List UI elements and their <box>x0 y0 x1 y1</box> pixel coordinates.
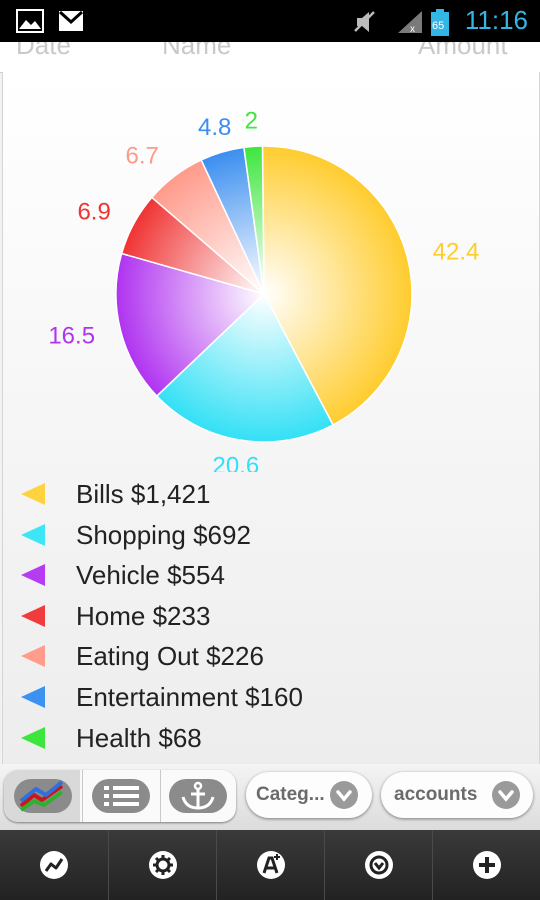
trend-button[interactable] <box>0 830 108 900</box>
legend-label: Entertainment $160 <box>76 681 303 712</box>
anchor-view-button[interactable] <box>160 770 236 822</box>
clock: 11:16 <box>464 5 528 35</box>
legend-item-eating-out[interactable]: Eating Out $226 <box>19 637 519 678</box>
pie-data-label: 6.9 <box>77 198 110 225</box>
filter-icon <box>365 851 393 879</box>
pie-data-label: 20.6 <box>212 453 259 472</box>
legend-marker-icon <box>21 564 45 587</box>
legend-label: Health $68 <box>76 722 202 753</box>
gallery-icon <box>16 9 44 33</box>
list-header: Date Name Amount <box>0 42 540 73</box>
category-dropdown-label: Categ... <box>256 784 325 805</box>
signal-icon: x <box>398 11 422 35</box>
chart-view-button[interactable] <box>4 770 80 822</box>
accounts-dropdown[interactable]: accounts <box>381 772 533 818</box>
settings-button[interactable] <box>108 830 217 900</box>
mute-icon <box>354 11 375 32</box>
pie-data-label: 42.4 <box>433 238 480 265</box>
legend-item-health[interactable]: Health $68 <box>19 719 519 760</box>
legend-label: Bills $1,421 <box>76 479 211 509</box>
legend-item-shopping[interactable]: Shopping $692 <box>19 516 519 557</box>
legend-marker-icon <box>21 685 45 708</box>
settings-icon <box>149 851 177 879</box>
add-text-button[interactable] <box>216 830 325 900</box>
action-bar <box>0 830 540 900</box>
legend-label: Vehicle $554 <box>76 560 225 591</box>
mode-bar: Categ... accounts <box>0 764 540 830</box>
list-view-button[interactable] <box>82 770 159 822</box>
legend: Bills $1,421 Shopping $692 Vehicle $554 … <box>19 475 519 759</box>
column-name[interactable]: Name <box>162 42 231 61</box>
chevron-down-icon <box>492 781 520 809</box>
add-icon <box>473 851 501 879</box>
legend-item-vehicle[interactable]: Vehicle $554 <box>19 556 519 597</box>
chart-panel: 42.4 20.6 16.5 6.9 6.7 4.8 2 Bills $1,421 Shop… <box>2 72 540 764</box>
column-date[interactable]: Date <box>16 42 71 61</box>
battery-level: 65 <box>432 20 444 32</box>
filter-button[interactable] <box>324 830 433 900</box>
battery-icon: 65 <box>431 9 449 36</box>
pie-data-label: 2 <box>245 107 258 134</box>
legend-marker-icon <box>21 523 45 546</box>
legend-item-bills[interactable]: Bills $1,421 <box>19 475 519 516</box>
legend-item-home[interactable]: Home $233 <box>19 597 519 638</box>
legend-marker-icon <box>21 726 45 749</box>
chart-icon <box>14 779 72 813</box>
pie-chart[interactable]: 42.4 20.6 16.5 6.9 6.7 4.8 2 <box>3 72 539 472</box>
view-mode-switch <box>4 770 236 822</box>
category-dropdown[interactable]: Categ... <box>246 772 372 818</box>
legend-item-entertainment[interactable]: Entertainment $160 <box>19 678 519 719</box>
status-bar: x 65 11:16 <box>0 0 540 42</box>
list-icon <box>92 779 150 813</box>
chevron-down-icon <box>330 781 358 809</box>
legend-label: Home $233 <box>76 600 211 631</box>
column-amount[interactable]: Amount <box>418 42 508 61</box>
legend-marker-icon <box>21 604 45 627</box>
pie-data-label: 6.7 <box>125 142 158 169</box>
legend-marker-icon <box>21 483 45 505</box>
pie-data-label: 16.5 <box>48 323 95 350</box>
accounts-dropdown-label: accounts <box>394 784 478 805</box>
add-text-icon <box>257 851 285 879</box>
gmail-icon <box>58 10 84 31</box>
svg-text:x: x <box>410 24 415 35</box>
legend-marker-icon <box>21 645 45 668</box>
add-button[interactable] <box>432 830 540 900</box>
legend-label: Eating Out $226 <box>76 641 264 672</box>
legend-label: Shopping $692 <box>76 519 251 550</box>
pie-data-label: 4.8 <box>198 114 231 141</box>
anchor-icon <box>169 779 227 813</box>
trend-icon <box>40 851 68 879</box>
